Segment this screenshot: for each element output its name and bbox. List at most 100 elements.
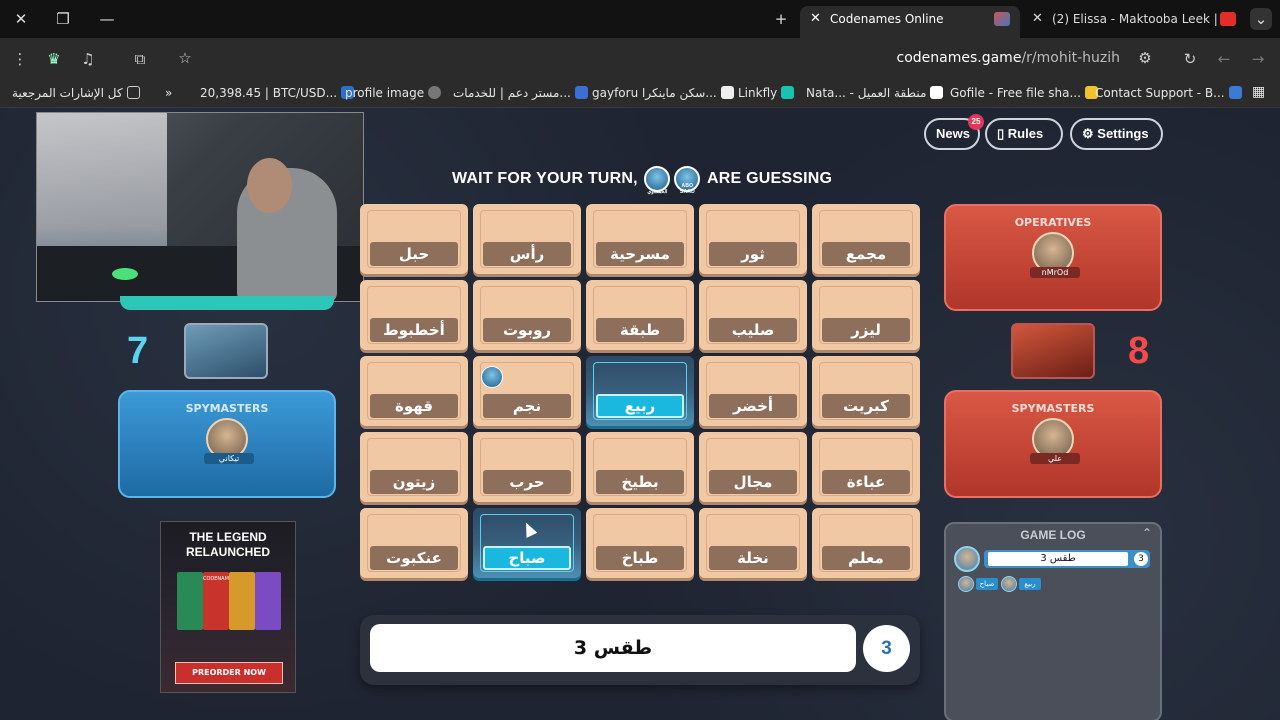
word-card[interactable]: رأس: [473, 204, 581, 274]
red-operative-avatar: nMrOd: [1030, 232, 1080, 278]
site-settings-icon[interactable]: ⚙: [1135, 48, 1155, 68]
word-card[interactable]: كبريت: [812, 356, 920, 426]
close-tab-icon[interactable]: ✕: [1032, 6, 1043, 32]
clue-number: 3: [863, 625, 910, 672]
chevron-up-icon[interactable]: ⌃: [1142, 526, 1152, 540]
red-operatives-panel: OPERATIVES nMrOd: [944, 204, 1162, 311]
card-word: ربيع: [596, 394, 684, 418]
youtube-favicon: [1220, 12, 1236, 26]
card-word: عنكبوت: [370, 546, 458, 570]
word-card[interactable]: روبوت: [473, 280, 581, 350]
word-card[interactable]: حبل: [360, 204, 468, 274]
bookmark-gofile[interactable]: Gofile - Free file sha...: [950, 86, 1102, 100]
game-log-title: GAME LOG: [1020, 528, 1086, 542]
tab-codenames[interactable]: ✕ Codenames Online: [800, 6, 1020, 38]
bookmark-favicon: [1228, 86, 1242, 99]
card-word: مسرحية: [596, 242, 684, 266]
bookmark-favicon: [720, 86, 734, 99]
word-card[interactable]: مجال: [699, 432, 807, 502]
bookmark-icon: ▯: [997, 126, 1005, 141]
red-score: 8: [1128, 330, 1150, 372]
close-tab-icon[interactable]: ✕: [810, 6, 821, 32]
preorder-button[interactable]: PREORDER NOW: [175, 662, 283, 684]
clue-bar: طقس 3 3: [360, 615, 920, 685]
word-card[interactable]: حرب: [473, 432, 581, 502]
bookmark-linkfly[interactable]: Linkfly: [738, 86, 798, 100]
media-icon[interactable]: ♫: [78, 49, 98, 69]
extension-shield-icon[interactable]: ♛: [44, 49, 64, 69]
card-word: معلم: [822, 546, 910, 570]
guesser-avatar: الحسناوي: [644, 166, 671, 195]
menu-icon[interactable]: ⋮: [10, 49, 30, 69]
card-word: بطيخ: [596, 470, 684, 494]
reload-icon[interactable]: ↻: [1180, 49, 1200, 69]
restore-window-icon[interactable]: ❐: [52, 8, 74, 30]
panel-title: SPYMASTERS: [1011, 402, 1095, 415]
card-word: روبوت: [483, 318, 571, 342]
card-word: ثور: [709, 242, 797, 266]
extensions-icon[interactable]: ⧉: [130, 49, 150, 69]
bookmark-star-icon[interactable]: ☆: [175, 48, 195, 68]
ad-headline: THE LEGEND RELAUNCHED: [186, 530, 270, 559]
word-card[interactable]: أخطبوط: [360, 280, 468, 350]
blue-spymasters-panel: SPYMASTERS تيكاني: [118, 390, 336, 498]
word-card[interactable]: مجمع: [812, 204, 920, 274]
panel-title: OPERATIVES: [1014, 216, 1092, 229]
back-icon[interactable]: ←: [1214, 49, 1234, 69]
word-card[interactable]: مسرحية: [586, 204, 694, 274]
bookmark-favicon: [574, 86, 588, 99]
close-window-icon[interactable]: ✕: [10, 8, 32, 30]
bookmark-profile-image[interactable]: profile image: [345, 86, 445, 100]
word-card[interactable]: ليزر: [812, 280, 920, 350]
card-word: حبل: [370, 242, 458, 266]
bookmark-mister-support[interactable]: مستر دعم | للخدمات...: [453, 86, 592, 100]
log-clue-entry: طقس 3 3: [952, 546, 1154, 572]
bookmarks-bar: كل الإشارات المرجعية » 20,398.45 | BTC/U…: [0, 80, 1280, 108]
card-word: زيتون: [370, 470, 458, 494]
word-card[interactable]: أخضر: [699, 356, 807, 426]
word-card[interactable]: طباخ: [586, 508, 694, 578]
card-word: صليب: [709, 318, 797, 342]
bookmarks-overflow-icon[interactable]: »: [165, 86, 172, 100]
url-bar[interactable]: ☆ codenames.game/r/mohit-huzih ⚙: [165, 44, 1175, 74]
address-bar-row: ⋮ ♛ ♫ ⧉ ☆ codenames.game/r/mohit-huzih ⚙…: [0, 38, 1280, 80]
settings-button[interactable]: ⚙ Settings: [1070, 118, 1163, 150]
panel-title: SPYMASTERS: [185, 402, 269, 415]
tab-search-icon[interactable]: ⌄: [1250, 8, 1272, 30]
bookmark-btc[interactable]: 20,398.45 | BTC/USD...: [200, 86, 358, 100]
bookmark-client-area[interactable]: Nata... - منطقة العميل: [806, 86, 947, 100]
word-card[interactable]: نخلة: [699, 508, 807, 578]
game-area: 7 8 SPYMASTERS تيكاني OPERATIVES nMrOd S…: [0, 108, 1280, 720]
word-card[interactable]: عنكبوت: [360, 508, 468, 578]
card-word: مجمع: [822, 242, 910, 266]
new-tab-icon[interactable]: +: [770, 8, 792, 30]
word-card[interactable]: نجم: [473, 356, 581, 426]
webcam-overlay: [36, 112, 364, 302]
word-card[interactable]: بطيخ: [586, 432, 694, 502]
rules-button[interactable]: ▯ Rules: [985, 118, 1063, 150]
bookmark-favicon: [930, 86, 944, 99]
word-card[interactable]: معلم: [812, 508, 920, 578]
forward-icon[interactable]: →: [1248, 49, 1268, 69]
apps-grid-icon[interactable]: ▦: [1252, 84, 1265, 100]
word-card[interactable]: طبقة: [586, 280, 694, 350]
bookmark-contact-support[interactable]: Contact Support - B...: [1095, 86, 1246, 100]
word-card[interactable]: ثور: [699, 204, 807, 274]
card-word: طباخ: [596, 546, 684, 570]
word-card[interactable]: صباح: [473, 508, 581, 578]
word-card[interactable]: صليب: [699, 280, 807, 350]
red-spymaster-avatar: علي: [1030, 418, 1080, 464]
advertisement[interactable]: THE LEGEND RELAUNCHED CODENAMES PREORDER…: [160, 521, 296, 693]
word-card[interactable]: ربيع: [586, 356, 694, 426]
minimize-window-icon[interactable]: —: [96, 8, 118, 30]
tab-elissa[interactable]: ✕ (2) Elissa - Maktooba Leek |: [1022, 6, 1242, 38]
news-button[interactable]: News 25: [924, 114, 984, 150]
bookmark-minecraft[interactable]: gayforu سكن ماينكرا...: [592, 86, 738, 100]
word-card[interactable]: عباءة: [812, 432, 920, 502]
blue-operatives-panel-edge: [120, 296, 334, 310]
word-card[interactable]: قهوة: [360, 356, 468, 426]
log-clue-text: طقس 3: [988, 552, 1128, 566]
bookmark-all[interactable]: كل الإشارات المرجعية: [12, 86, 144, 100]
game-log: GAME LOG ⌃ طقس 3 3 صباح ربيع: [944, 522, 1162, 720]
word-card[interactable]: زيتون: [360, 432, 468, 502]
